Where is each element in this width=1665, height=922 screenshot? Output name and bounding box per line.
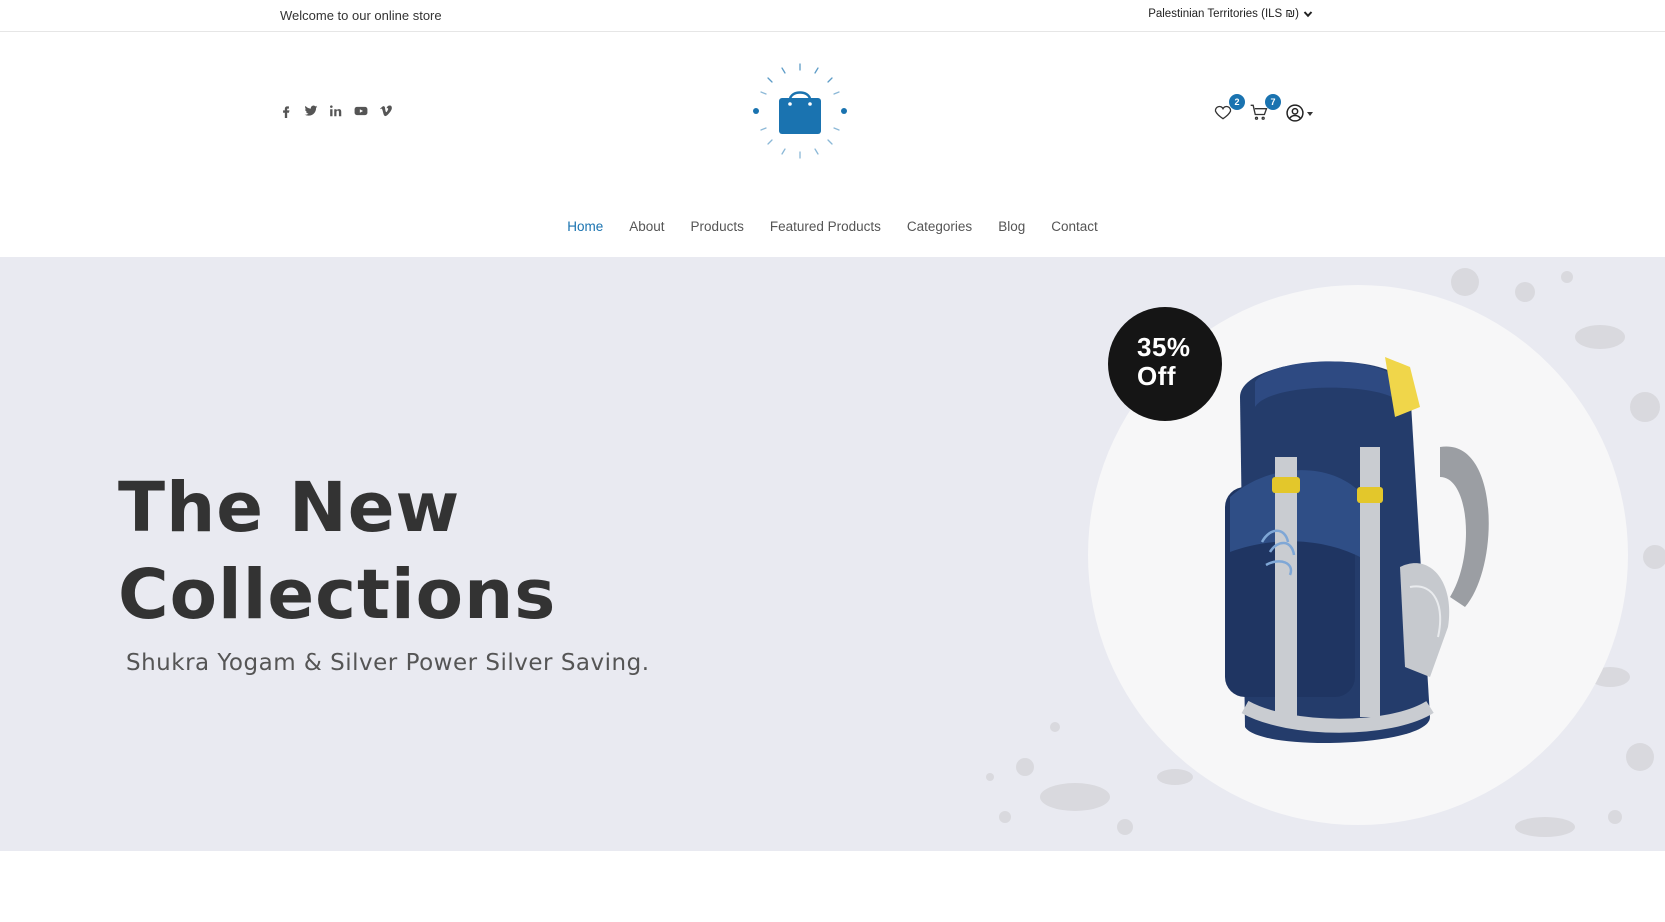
- cart-count-badge: 7: [1265, 94, 1281, 110]
- nav-products[interactable]: Products: [691, 219, 744, 234]
- discount-off-label: Off: [1137, 361, 1177, 391]
- youtube-icon[interactable]: [354, 104, 368, 118]
- top-bar: Welcome to our online store Palestinian …: [0, 0, 1665, 32]
- region-selector[interactable]: Palestinian Territories (ILS ₪): [1148, 8, 1313, 20]
- hero-title: The New Collections: [118, 465, 556, 639]
- social-links: [279, 104, 393, 118]
- header: 2 7 Home About Products Featured Product…: [0, 32, 1665, 254]
- nav-categories[interactable]: Categories: [907, 219, 972, 234]
- hero-title-line-2: Collections: [118, 555, 557, 635]
- welcome-text: Welcome to our online store: [280, 8, 442, 23]
- caret-down-icon: [1307, 112, 1313, 116]
- cart-button[interactable]: 7: [1249, 94, 1281, 124]
- linkedin-icon[interactable]: [329, 104, 343, 118]
- discount-badge: 35% Off: [1108, 307, 1222, 421]
- nav-contact[interactable]: Contact: [1051, 219, 1098, 234]
- region-label: Palestinian Territories (ILS ₪): [1148, 8, 1299, 20]
- header-actions: 2 7: [1213, 94, 1313, 124]
- wishlist-count-badge: 2: [1229, 94, 1245, 110]
- account-menu-button[interactable]: [1285, 103, 1313, 123]
- chevron-down-icon: [1303, 11, 1313, 18]
- nav-blog[interactable]: Blog: [998, 219, 1025, 234]
- user-icon: [1286, 104, 1304, 122]
- store-logo[interactable]: [748, 60, 852, 164]
- hero-title-line-1: The New: [118, 468, 461, 548]
- backpack-product-image[interactable]: [1200, 337, 1520, 757]
- hero-banner: The New Collections Shukra Yogam & Silve…: [0, 257, 1665, 851]
- nav-featured-products[interactable]: Featured Products: [770, 219, 881, 234]
- vimeo-icon[interactable]: [379, 104, 393, 118]
- nav-about[interactable]: About: [629, 219, 664, 234]
- twitter-icon[interactable]: [304, 104, 318, 118]
- hero-subtitle: Shukra Yogam & Silver Power Silver Savin…: [126, 650, 650, 676]
- nav-home[interactable]: Home: [567, 219, 603, 234]
- wishlist-button[interactable]: 2: [1213, 94, 1245, 124]
- discount-percent: 35%: [1137, 332, 1191, 362]
- facebook-icon[interactable]: [279, 104, 293, 118]
- main-nav: Home About Products Featured Products Ca…: [0, 219, 1665, 234]
